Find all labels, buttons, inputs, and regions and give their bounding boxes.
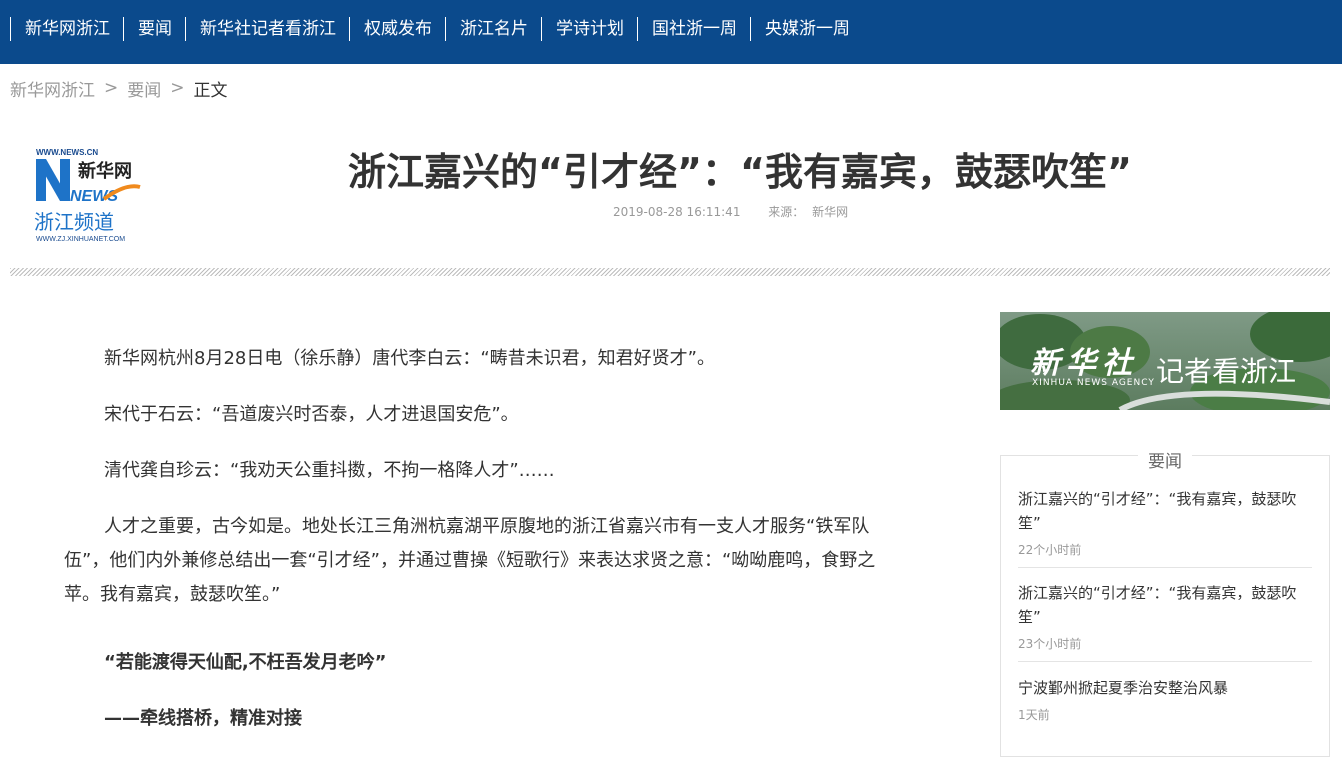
breadcrumb-home[interactable]: 新华网浙江	[10, 76, 95, 101]
breadcrumb-current: 正文	[193, 80, 228, 101]
breadcrumb-section[interactable]: 要闻	[127, 76, 161, 101]
breadcrumb: 新华网浙江 > 要闻 > 正文	[10, 76, 228, 101]
news-title[interactable]: 浙江嘉兴的“引才经”：“我有嘉宾，鼓瑟吹笙”	[1018, 487, 1312, 535]
list-item[interactable]: 浙江嘉兴的“引才经”：“我有嘉宾，鼓瑟吹笙” 23个小时前	[1018, 581, 1312, 662]
logo-site: WWW.NEWS.CN	[36, 148, 98, 157]
nav-item-reporters[interactable]: 新华社记者看浙江	[185, 17, 349, 41]
news-time: 23个小时前	[1018, 637, 1082, 651]
article-datetime: 2019-08-28 16:11:41	[613, 205, 741, 219]
list-item[interactable]: 浙江嘉兴的“引才经”：“我有嘉宾，鼓瑟吹笙” 22个小时前	[1018, 487, 1312, 568]
headlines-box: 要闻 浙江嘉兴的“引才经”：“我有嘉宾，鼓瑟吹笙” 22个小时前 浙江嘉兴的“引…	[1000, 452, 1330, 757]
source-label: 来源：	[768, 205, 805, 219]
news-title[interactable]: 浙江嘉兴的“引才经”：“我有嘉宾，鼓瑟吹笙”	[1018, 581, 1312, 629]
news-time: 22个小时前	[1018, 543, 1082, 557]
nav-item-weekly[interactable]: 国社浙一周	[637, 17, 750, 41]
news-time: 1天前	[1018, 708, 1050, 722]
headlines-header-label: 要闻	[1138, 452, 1192, 472]
article-source: 新华网	[812, 205, 849, 219]
logo-url: WWW.ZJ.XINHUANET.COM	[36, 236, 125, 243]
dotted-divider	[10, 268, 1330, 276]
banner-sub-text: XINHUA NEWS AGENCY	[1032, 378, 1155, 388]
nav-item-poetry-plan[interactable]: 学诗计划	[541, 17, 637, 41]
nav-item-headlines[interactable]: 要闻	[123, 17, 185, 41]
reporters-banner[interactable]: 新华社 XINHUA NEWS AGENCY 记者看浙江	[1000, 312, 1330, 410]
logo-brand: 新华网	[78, 160, 132, 182]
article-subheading: ——牵线搭桥，精准对接	[104, 708, 302, 729]
article-title: 浙江嘉兴的“引才经”：“我有嘉宾，鼓瑟吹笙”	[348, 150, 1132, 194]
nav-item-official-release[interactable]: 权威发布	[349, 17, 445, 41]
article-paragraph: 新华网杭州8月28日电（徐乐静）唐代李白云：“畴昔未识君，知君好贤才”。	[104, 348, 716, 369]
nav-item-zhejiang-cards[interactable]: 浙江名片	[445, 17, 541, 41]
logo-channel: 浙江频道	[34, 210, 114, 234]
nav-item-central-media-weekly[interactable]: 央媒浙一周	[750, 17, 863, 41]
article-paragraph: 人才之重要，古今如是。地处长江三角洲杭嘉湖平原腹地的浙江省嘉兴市有一支人才服务“…	[64, 516, 876, 605]
list-item[interactable]: 宁波鄞州掀起夏季治安整治风暴 1天前	[1018, 676, 1312, 736]
banner-text: 记者看浙江	[1156, 355, 1297, 388]
nav-item-xinhua-zhejiang[interactable]: 新华网浙江	[10, 17, 123, 41]
article-paragraph: 清代龚自珍云：“我劝天公重抖擞，不拘一格降人才”……	[104, 460, 555, 481]
top-nav-bar: 新华网浙江 要闻 新华社记者看浙江 权威发布 浙江名片 学诗计划 国社浙一周 央…	[0, 0, 1342, 64]
headlines-header: 要闻	[1001, 447, 1329, 472]
breadcrumb-separator: >	[170, 78, 185, 98]
breadcrumb-separator: >	[104, 78, 119, 98]
article-meta: 2019-08-28 16:11:41 来源： 新华网	[613, 203, 848, 220]
article-subheading: “若能渡得天仙配,不枉吾发月老吟”	[104, 652, 387, 673]
news-title[interactable]: 宁波鄞州掀起夏季治安整治风暴	[1018, 676, 1312, 700]
article-paragraph: 宋代于石云：“吾道废兴时否泰，人才进退国安危”。	[104, 404, 519, 425]
site-logo[interactable]: WWW.NEWS.CN 新华网 NEWS 浙江频道 WWW.ZJ.XINHUAN…	[34, 147, 144, 245]
main-nav: 新华网浙江 要闻 新华社记者看浙江 权威发布 浙江名片 学诗计划 国社浙一周 央…	[10, 17, 863, 41]
banner-brush-text: 新华社	[1030, 346, 1138, 381]
